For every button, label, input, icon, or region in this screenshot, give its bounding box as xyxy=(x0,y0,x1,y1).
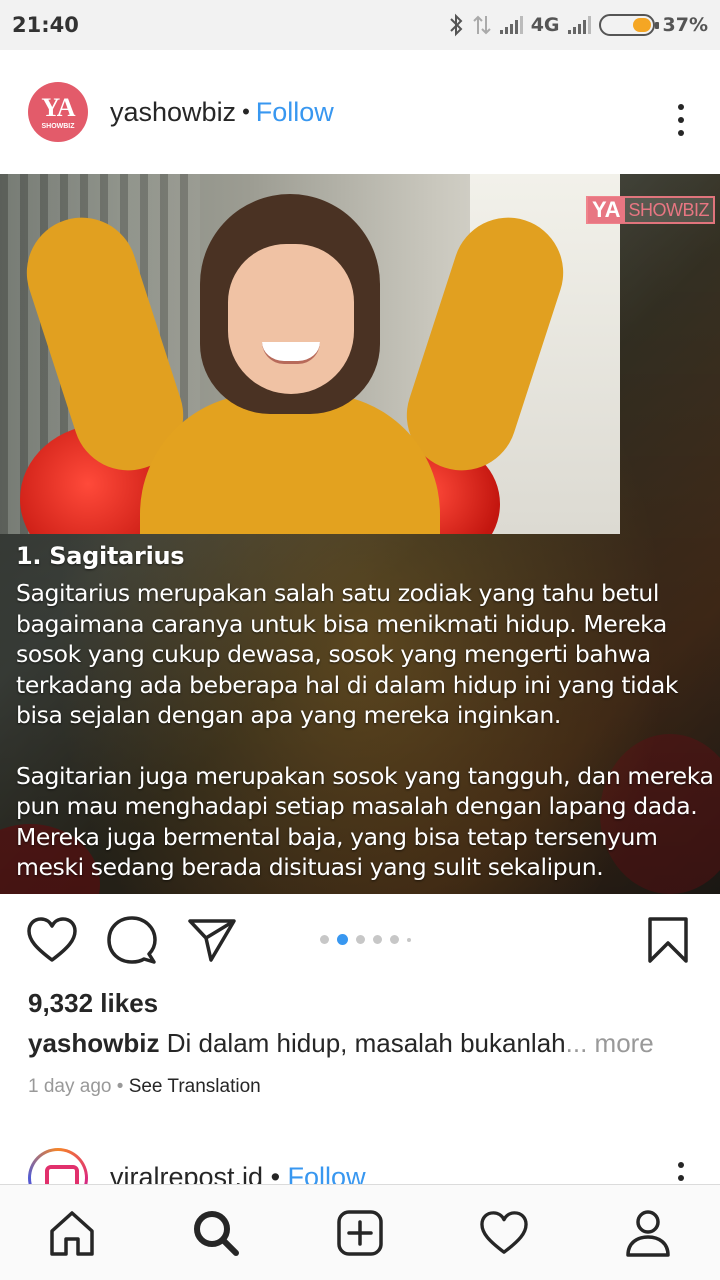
image-text-line: meski sedang berada disituasi yang sulit… xyxy=(16,853,604,881)
likes-count[interactable]: 9,332 likes xyxy=(28,988,158,1019)
bookmark-icon[interactable] xyxy=(642,914,694,966)
image-paragraph: Sagitarius merupakan salah satu zodiak y… xyxy=(16,578,716,731)
watermark-showbiz: SHOWBIZ xyxy=(628,199,710,220)
carousel-pager xyxy=(320,934,411,945)
activity-heart-icon[interactable] xyxy=(478,1207,530,1259)
post-image[interactable]: YA SHOWBIZ 1. Sagitarius Sagitarius meru… xyxy=(0,174,720,894)
battery-percent: 37% xyxy=(662,14,708,36)
separator-dot: • xyxy=(242,99,250,124)
image-text-line: bisa sejalan dengan apa yang mereka ingi… xyxy=(16,701,561,729)
carousel-dot xyxy=(320,935,329,944)
image-text-line: terkadang ada beberapa hal di dalam hidu… xyxy=(16,670,679,699)
caption-text: Di dalam hidup, masalah bukanlah xyxy=(166,1028,566,1058)
more-options-icon[interactable] xyxy=(678,104,684,136)
next-post-header: viralrepost.id • Follow xyxy=(0,1140,720,1184)
image-heading: 1. Sagitarius xyxy=(16,542,185,570)
profile-icon[interactable] xyxy=(622,1207,674,1259)
avatar-logo-text: YA xyxy=(41,92,75,122)
image-text-line: sosok yang cukup dewasa, sosok yang meng… xyxy=(16,640,651,668)
inset-photo xyxy=(0,174,620,534)
showbiz-watermark: YA SHOWBIZ xyxy=(586,196,716,224)
separator-dot: • xyxy=(270,1162,281,1184)
carousel-dot xyxy=(390,935,399,944)
comment-icon[interactable] xyxy=(106,914,158,966)
carousel-dot xyxy=(407,937,411,942)
image-text-line: bagaimana caranya untuk bisa menikmati h… xyxy=(16,609,667,638)
caption-username[interactable]: yashowbiz xyxy=(28,1028,159,1058)
post-username[interactable]: yashowbiz xyxy=(110,97,236,128)
image-text-line: Sagitarius merupakan salah satu zodiak y… xyxy=(16,579,660,607)
image-text-line: pun mau menghadapi setiap masalah dengan… xyxy=(16,792,698,820)
post-caption: yashowbiz Di dalam hidup, masalah bukanl… xyxy=(28,1028,654,1059)
status-icons: 4G 37% xyxy=(448,13,708,37)
bluetooth-icon xyxy=(449,13,463,37)
avatar[interactable]: YA SHOWBIZ xyxy=(28,82,88,142)
carousel-dot xyxy=(337,934,348,945)
see-translation-link[interactable]: See Translation xyxy=(129,1076,261,1097)
post-action-bar xyxy=(0,894,720,986)
new-post-icon[interactable] xyxy=(334,1207,386,1259)
data-transfer-icon xyxy=(472,15,491,35)
avatar-logo-subtext: SHOWBIZ xyxy=(41,122,75,130)
photo-face xyxy=(228,244,354,394)
image-text-line: Sagitarian juga merupakan sosok yang tan… xyxy=(16,761,714,790)
image-text-line: Mereka juga bermental baja, yang bisa te… xyxy=(16,822,658,851)
signal-icon xyxy=(567,16,591,34)
network-type: 4G xyxy=(530,14,560,36)
watermark-ya: YA xyxy=(588,197,625,223)
post-meta: 1 day ago • See Translation xyxy=(28,1076,261,1098)
like-heart-icon[interactable] xyxy=(26,914,78,966)
bottom-navigation xyxy=(0,1184,720,1280)
caption-more-link[interactable]: ... more xyxy=(566,1028,654,1058)
battery-icon xyxy=(598,14,659,36)
post-timestamp: 1 day ago xyxy=(28,1076,112,1097)
more-options-icon[interactable] xyxy=(678,1162,684,1184)
home-icon[interactable] xyxy=(46,1207,98,1259)
status-time: 21:40 xyxy=(12,13,79,37)
status-bar: 21:40 4G 37% xyxy=(0,0,720,50)
post-header: YA SHOWBIZ yashowbiz • Follow xyxy=(0,50,720,174)
next-post-username[interactable]: viralrepost.id xyxy=(110,1162,263,1184)
share-send-icon[interactable] xyxy=(186,914,238,966)
avatar[interactable] xyxy=(28,1148,88,1184)
image-text-block: 1. Sagitarius Sagitarius merupakan salah… xyxy=(16,542,716,883)
follow-button[interactable]: Follow xyxy=(288,1162,366,1184)
carousel-dot xyxy=(373,935,382,944)
next-post-title: viralrepost.id • Follow xyxy=(110,1162,366,1184)
meta-separator: • xyxy=(116,1076,124,1097)
follow-button[interactable]: Follow xyxy=(256,97,334,128)
search-icon[interactable] xyxy=(190,1207,242,1259)
signal-icon xyxy=(499,16,523,34)
carousel-dot xyxy=(356,935,365,944)
image-paragraph: Sagitarian juga merupakan sosok yang tan… xyxy=(16,761,716,883)
